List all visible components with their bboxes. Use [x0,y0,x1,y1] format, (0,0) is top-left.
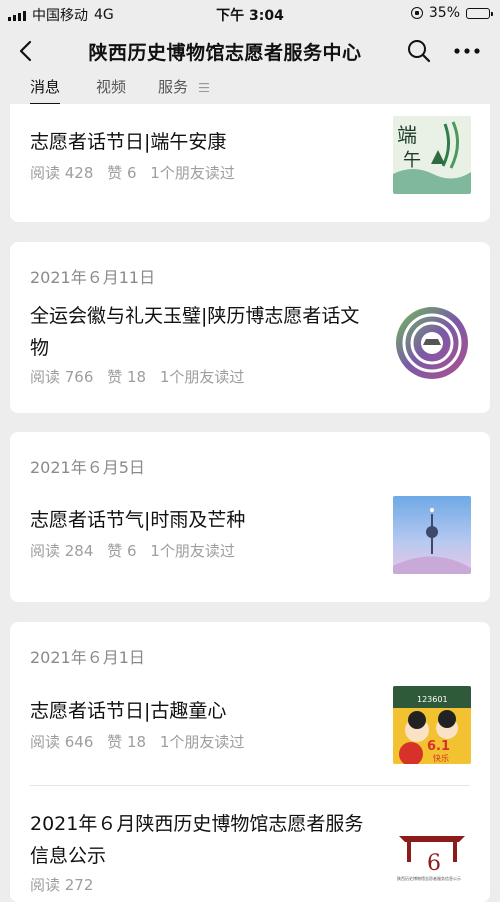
chevron-left-icon [19,40,32,62]
children-day-label: 6.1 [427,739,450,754]
duanwu-char-2: 午 [403,150,421,171]
back-button[interactable] [14,38,40,64]
article-thumbnail[interactable]: 123601 6.1 快乐 [393,686,471,764]
tab-services-label: 服务 [158,78,189,96]
article-title[interactable]: 志愿者话节气|时雨及芒种 [30,504,370,536]
more-button[interactable] [452,39,482,63]
header-bar: 陕西历史博物馆志愿者服务中心 [0,26,500,76]
read-count: 阅读 284 [30,542,94,560]
notice-number: 6 [427,851,441,876]
article-title[interactable]: 2021年６月陕西历史博物馆志愿者服务信息公示 [30,808,380,872]
battery-icon [466,7,493,19]
page-title: 陕西历史博物馆志愿者服务中心 [88,42,362,64]
article-date: 2021年６月11日 [30,268,156,287]
article-card: 2021年６月11日 全运会徽与礼天玉璧|陕历博志愿者话文物 阅读 766 赞 … [10,242,490,413]
read-count: 阅读 646 [30,733,94,751]
article-title[interactable]: 全运会徽与礼天玉璧|陕历博志愿者话文物 [30,300,370,364]
article-thumbnail[interactable] [393,304,471,382]
friends-read: 1个朋友读过 [159,733,245,751]
search-button[interactable] [406,38,432,64]
article-meta: 阅读 284 赞 6 1个朋友读过 [30,540,235,561]
like-count: 赞 6 [107,542,137,560]
article-card: 2021年６月1日 志愿者话节日|古趣童心 阅读 646 赞 18 1个朋友读过… [10,622,490,902]
friends-read: 1个朋友读过 [150,542,235,560]
friends-read: 1个朋友读过 [159,368,245,386]
menu-lines-icon [198,83,209,92]
duanwu-char-1: 端 [397,123,417,147]
like-count: 赞 18 [107,368,147,386]
article-meta: 阅读 428 赞 6 1个朋友读过 [30,162,235,183]
article-meta: 阅读 646 赞 18 1个朋友读过 [30,731,244,752]
article-title[interactable]: 志愿者话节日|古趣童心 [30,695,370,727]
friends-read: 1个朋友读过 [150,164,235,182]
rotation-lock-icon [410,7,423,19]
search-icon [408,40,431,63]
more-dots-icon [454,48,480,54]
read-count: 阅读 428 [30,164,94,182]
read-count: 阅读 766 [30,368,94,386]
notice-caption: 陕西历史博物馆志愿者服务信息公示 [397,875,461,881]
article-thumbnail[interactable]: 端 午 [393,116,471,194]
article-meta: 阅读 272 [30,874,93,895]
status-bar: 中国移动 4G 下午 3:04 35% [0,0,500,26]
like-count: 赞 18 [107,733,147,751]
tab-bar: 消息 视频 服务 [0,76,500,105]
like-count: 赞 6 [107,164,137,182]
article-date: 2021年６月5日 [30,458,145,477]
divider [30,785,470,786]
article-card: 2021年６月5日 志愿者话节气|时雨及芒种 阅读 284 赞 6 1个朋友读过 [10,432,490,602]
article-date: 2021年６月1日 [30,648,145,667]
article-meta: 阅读 766 赞 18 1个朋友读过 [30,366,244,387]
article-card: 志愿者话节日|端午安康 阅读 428 赞 6 1个朋友读过 端 午 [10,104,490,222]
article-title[interactable]: 志愿者话节日|端午安康 [30,126,370,158]
article-thumbnail[interactable] [393,496,471,574]
article-thumbnail[interactable]: 6 陕西历史博物馆志愿者服务信息公示 [393,818,471,896]
tab-services[interactable]: 服务 [158,76,209,102]
battery-percent: 35% [428,5,460,21]
children-day-banner: 123601 [417,695,448,704]
tab-videos[interactable]: 视频 [96,76,126,102]
children-day-tag: 快乐 [433,753,449,763]
tab-messages[interactable]: 消息 [30,76,61,105]
read-count: 阅读 272 [30,876,94,894]
